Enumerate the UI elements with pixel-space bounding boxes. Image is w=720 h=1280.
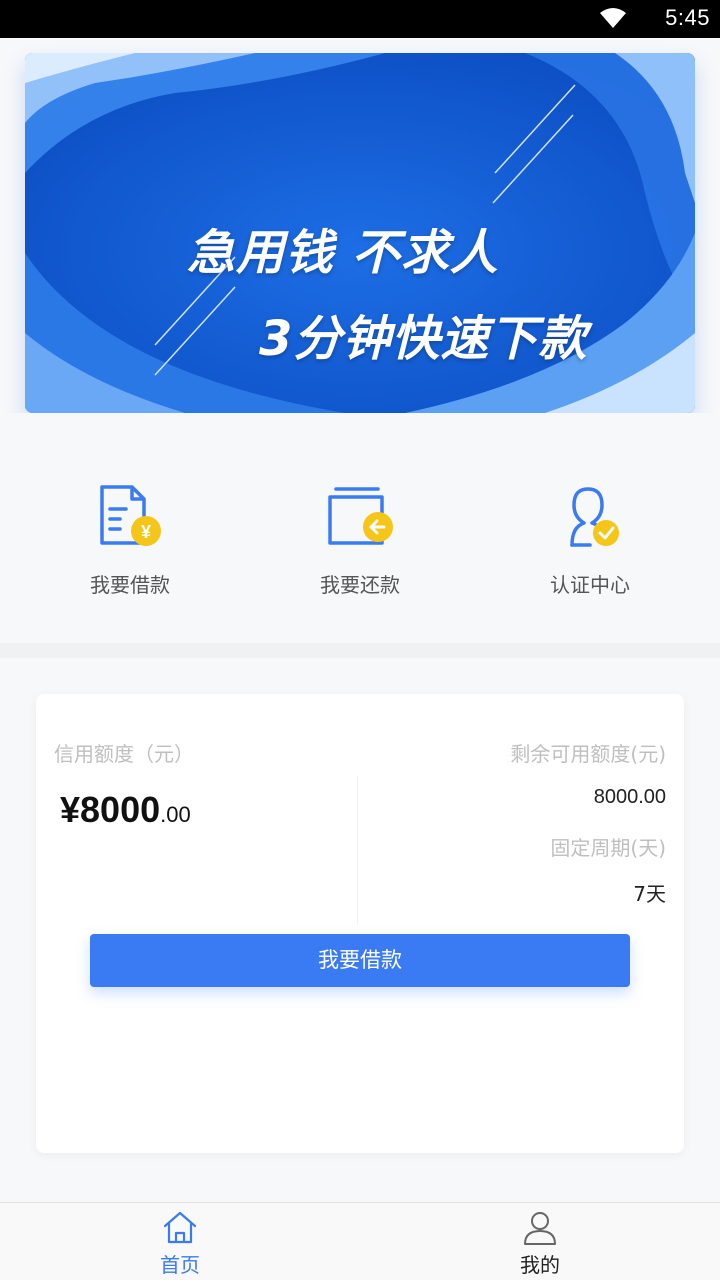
home-icon: [163, 1211, 197, 1244]
vertical-divider: [357, 776, 358, 924]
promo-banner[interactable]: 急用钱 不求人 3分钟快速下款: [25, 53, 695, 413]
currency-symbol: ¥: [60, 789, 81, 830]
loan-document-icon: ¥: [100, 485, 161, 546]
section-divider: [0, 643, 720, 658]
bottom-nav: 首页 我的: [0, 1202, 720, 1280]
borrow-button[interactable]: 我要借款: [90, 934, 630, 987]
quick-action-label: 认证中心: [550, 573, 630, 597]
repay-wallet-icon: [328, 487, 393, 545]
svg-text:¥: ¥: [141, 522, 151, 542]
credit-limit-label: 信用额度（元）: [54, 742, 194, 766]
remaining-limit-value: 8000.00: [593, 786, 666, 808]
quick-action-verify[interactable]: 认证中心: [510, 483, 670, 603]
banner-headline: 急用钱 不求人: [187, 225, 499, 281]
nav-label-mine: 我的: [520, 1253, 560, 1277]
nav-label-home: 首页: [160, 1253, 200, 1277]
credit-limit-amount: ¥8000.00: [60, 789, 191, 831]
nav-item-mine[interactable]: 我的: [460, 1203, 620, 1280]
remaining-limit-label: 剩余可用额度(元): [510, 742, 666, 766]
status-bar: 5:45: [0, 0, 720, 38]
status-time: 5:45: [665, 5, 710, 30]
user-icon: [524, 1212, 556, 1245]
fixed-period-label: 固定周期(天): [550, 836, 666, 860]
credit-card: 信用额度（元） ¥8000.00 剩余可用额度(元) 8000.00 固定周期(…: [36, 694, 684, 1153]
quick-action-borrow[interactable]: ¥ 我要借款: [50, 483, 210, 603]
nav-item-home[interactable]: 首页: [100, 1203, 260, 1280]
wifi-icon: [600, 8, 626, 28]
quick-action-label: 我要借款: [90, 573, 170, 597]
fixed-period-value: 7天: [633, 882, 666, 906]
quick-actions: ¥ 我要借款 我要还款 认证中心: [0, 413, 720, 643]
quick-action-repay[interactable]: 我要还款: [280, 483, 440, 603]
verified-user-icon: [570, 487, 619, 547]
amount-integer: 8000: [80, 789, 161, 830]
banner-subheadline: 3分钟快速下款: [259, 311, 588, 367]
amount-decimal: .00: [160, 802, 191, 827]
quick-action-label: 我要还款: [320, 573, 400, 597]
